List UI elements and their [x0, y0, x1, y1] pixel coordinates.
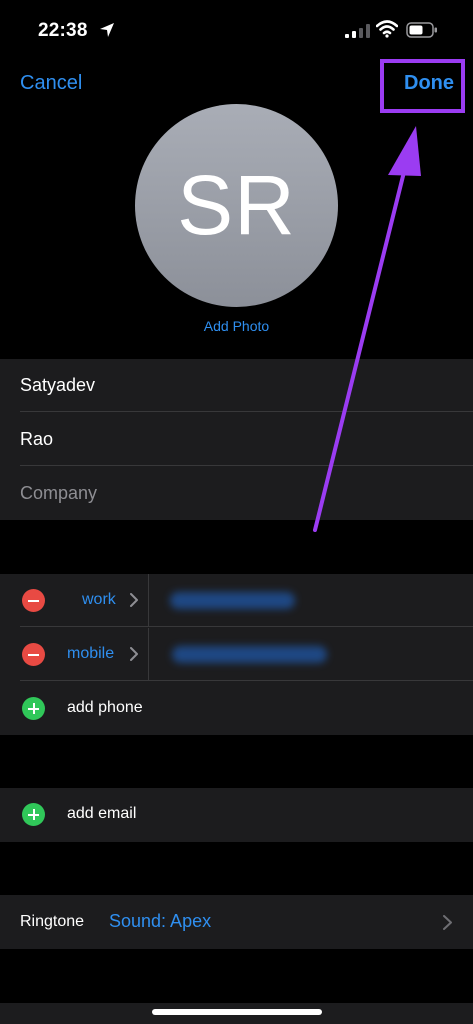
- name-group: Satyadev Rao Company: [0, 359, 473, 520]
- signal-icon: [345, 24, 370, 38]
- phone-row-mobile: mobile: [0, 628, 473, 681]
- add-phone-row[interactable]: add phone: [0, 682, 473, 735]
- first-name-value: Satyadev: [20, 375, 96, 395]
- first-name-field[interactable]: Satyadev: [0, 359, 473, 412]
- phone-number-blurred[interactable]: [172, 646, 327, 663]
- divider: [148, 628, 149, 681]
- avatar-initials: SR: [177, 158, 296, 252]
- ringtone-value: Sound: Apex: [109, 911, 212, 931]
- chevron-right-icon: [130, 647, 138, 661]
- remove-phone-icon[interactable]: [22, 589, 45, 612]
- location-arrow-icon: [100, 23, 114, 37]
- divider: [148, 574, 149, 627]
- plus-circle-icon[interactable]: [22, 803, 45, 826]
- add-email-label: add email: [67, 805, 137, 822]
- chevron-right-icon: [443, 915, 452, 930]
- phone-number-blurred[interactable]: [170, 592, 295, 609]
- email-group: add email: [0, 788, 473, 842]
- company-placeholder: Company: [20, 483, 98, 503]
- last-name-field[interactable]: Rao: [0, 413, 473, 466]
- cancel-button[interactable]: Cancel: [20, 72, 82, 95]
- home-indicator: [152, 1009, 322, 1015]
- phone-label-work[interactable]: work: [82, 591, 116, 609]
- ringtone-row[interactable]: Ringtone Sound: Apex: [0, 895, 473, 949]
- wifi-icon: [376, 20, 398, 38]
- phone-group: work mobile add phone: [0, 574, 473, 735]
- add-email-row[interactable]: add email: [0, 788, 473, 841]
- remove-phone-icon[interactable]: [22, 643, 45, 666]
- add-phone-label: add phone: [67, 699, 143, 716]
- last-name-value: Rao: [20, 429, 54, 449]
- company-field[interactable]: Company: [0, 467, 473, 520]
- done-highlight-box: [380, 59, 465, 113]
- battery-icon: [406, 22, 437, 38]
- plus-circle-icon[interactable]: [22, 697, 45, 720]
- ringtone-label: Ringtone: [20, 913, 85, 930]
- phone-row-work: work: [0, 574, 473, 627]
- status-time: 22:38: [38, 20, 88, 41]
- add-photo-button[interactable]: Add Photo: [0, 318, 473, 334]
- phone-label-mobile[interactable]: mobile: [67, 645, 114, 663]
- avatar[interactable]: SR: [135, 104, 338, 307]
- chevron-right-icon: [130, 593, 138, 607]
